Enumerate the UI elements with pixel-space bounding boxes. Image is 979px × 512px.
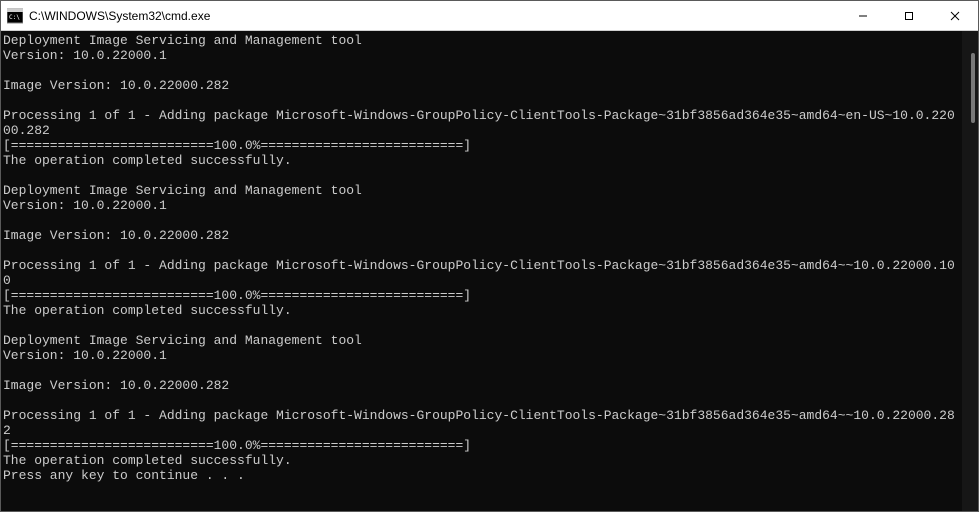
window-controls: [840, 1, 978, 30]
cmd-icon: C:\: [7, 8, 23, 24]
scrollbar[interactable]: [962, 31, 978, 511]
close-button[interactable]: [932, 1, 978, 30]
minimize-button[interactable]: [840, 1, 886, 30]
maximize-button[interactable]: [886, 1, 932, 30]
terminal-output[interactable]: Deployment Image Servicing and Managemen…: [1, 31, 962, 511]
scrollbar-thumb[interactable]: [971, 53, 975, 123]
titlebar[interactable]: C:\ C:\WINDOWS\System32\cmd.exe: [1, 1, 978, 31]
cmd-window: C:\ C:\WINDOWS\System32\cmd.exe Deployme…: [0, 0, 979, 512]
svg-text:C:\: C:\: [9, 14, 20, 21]
terminal-area: Deployment Image Servicing and Managemen…: [1, 31, 978, 511]
window-title: C:\WINDOWS\System32\cmd.exe: [29, 9, 840, 23]
